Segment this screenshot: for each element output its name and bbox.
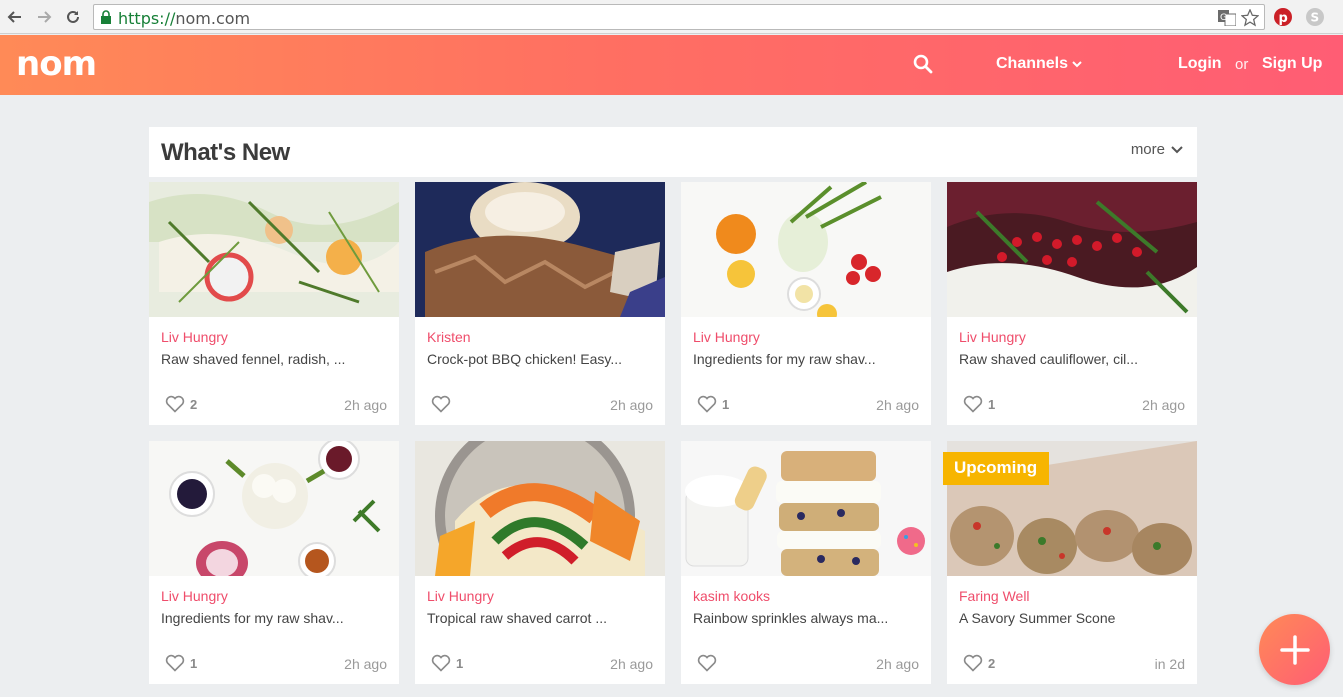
forward-arrow-icon[interactable] bbox=[33, 6, 55, 28]
section-title: What's New bbox=[161, 139, 290, 166]
post-card[interactable]: Liv Hungry Raw shaved fennel, radish, ..… bbox=[149, 182, 399, 425]
browser-toolbar: https://nom.com G p S bbox=[0, 0, 1343, 34]
like-button[interactable] bbox=[697, 654, 722, 672]
address-bar[interactable]: https://nom.com G bbox=[93, 4, 1265, 30]
like-count: 1 bbox=[988, 396, 996, 412]
svg-text:p: p bbox=[1279, 11, 1288, 26]
svg-text:G: G bbox=[1220, 13, 1227, 23]
nom-logo[interactable]: nom bbox=[16, 44, 97, 84]
skype-icon[interactable]: S bbox=[1304, 6, 1326, 28]
heart-icon bbox=[165, 395, 185, 413]
channels-menu[interactable]: Channels bbox=[996, 55, 1082, 73]
svg-text:S: S bbox=[1311, 11, 1320, 25]
like-count: 1 bbox=[190, 655, 198, 671]
heart-icon bbox=[697, 654, 717, 672]
post-author[interactable]: Faring Well bbox=[959, 588, 1030, 604]
back-arrow-icon[interactable] bbox=[4, 6, 26, 28]
upcoming-badge: Upcoming bbox=[943, 452, 1050, 485]
heart-icon bbox=[431, 395, 451, 413]
post-author[interactable]: Liv Hungry bbox=[161, 588, 228, 604]
post-time: 2h ago bbox=[610, 397, 653, 413]
like-button[interactable]: 1 bbox=[963, 395, 995, 413]
post-author[interactable]: Liv Hungry bbox=[161, 329, 228, 345]
signup-link[interactable]: Sign Up bbox=[1262, 55, 1322, 73]
like-count: 1 bbox=[456, 655, 464, 671]
heart-icon bbox=[165, 654, 185, 672]
heart-icon bbox=[963, 654, 983, 672]
search-icon[interactable] bbox=[913, 54, 935, 76]
post-time: 2h ago bbox=[1142, 397, 1185, 413]
post-description: Raw shaved cauliflower, cil... bbox=[959, 351, 1138, 367]
post-time: 2h ago bbox=[344, 656, 387, 672]
like-button[interactable]: 1 bbox=[165, 654, 197, 672]
chevron-down-icon bbox=[1171, 141, 1183, 158]
post-author[interactable]: kasim kooks bbox=[693, 588, 770, 604]
post-description: A Savory Summer Scone bbox=[959, 610, 1116, 626]
post-time: 2h ago bbox=[344, 397, 387, 413]
more-dropdown[interactable]: more bbox=[1131, 141, 1183, 158]
bookmark-star-icon[interactable] bbox=[1240, 9, 1260, 27]
heart-icon bbox=[431, 654, 451, 672]
post-description: Rainbow sprinkles always ma... bbox=[693, 610, 889, 626]
heart-icon bbox=[963, 395, 983, 413]
post-card[interactable]: Liv Hungry Ingredients for my raw shav..… bbox=[681, 182, 931, 425]
post-card[interactable]: Liv Hungry Raw shaved cauliflower, cil..… bbox=[947, 182, 1197, 425]
post-description: Tropical raw shaved carrot ... bbox=[427, 610, 607, 626]
post-card[interactable]: Upcoming Faring Well A Savory Summer Sco… bbox=[943, 441, 1197, 684]
post-card[interactable]: Liv Hungry Tropical raw shaved carrot ..… bbox=[415, 441, 665, 684]
post-author[interactable]: Kristen bbox=[427, 329, 471, 345]
post-image[interactable] bbox=[947, 182, 1197, 317]
post-image[interactable] bbox=[681, 441, 931, 576]
post-author[interactable]: Liv Hungry bbox=[959, 329, 1026, 345]
or-text: or bbox=[1235, 56, 1249, 73]
plus-icon bbox=[1279, 634, 1310, 665]
like-button[interactable] bbox=[431, 395, 456, 413]
chevron-down-icon bbox=[1072, 55, 1082, 73]
post-time: 2h ago bbox=[610, 656, 653, 672]
reload-icon[interactable] bbox=[62, 6, 84, 28]
login-link[interactable]: Login bbox=[1178, 55, 1222, 73]
post-image[interactable] bbox=[415, 441, 665, 576]
like-count: 2 bbox=[988, 655, 996, 671]
add-post-button[interactable] bbox=[1259, 614, 1330, 685]
like-button[interactable]: 2 bbox=[165, 395, 197, 413]
post-description: Crock-pot BBQ chicken! Easy... bbox=[427, 351, 623, 367]
post-image[interactable] bbox=[149, 182, 399, 317]
channels-label: Channels bbox=[996, 55, 1069, 72]
site-header: nom Channels Login or Sign Up bbox=[0, 35, 1343, 95]
post-author[interactable]: Liv Hungry bbox=[427, 588, 494, 604]
url-text: https://nom.com bbox=[118, 9, 251, 28]
like-button[interactable]: 1 bbox=[431, 654, 463, 672]
whats-new-header: What's New more bbox=[149, 127, 1197, 177]
post-image[interactable] bbox=[415, 182, 665, 317]
post-image[interactable] bbox=[681, 182, 931, 317]
post-description: Raw shaved fennel, radish, ... bbox=[161, 351, 346, 367]
more-label: more bbox=[1130, 141, 1165, 158]
post-time: 2h ago bbox=[876, 397, 919, 413]
post-card[interactable]: Kristen Crock-pot BBQ chicken! Easy... 2… bbox=[415, 182, 665, 425]
post-description: Ingredients for my raw shav... bbox=[161, 610, 344, 626]
post-description: Ingredients for my raw shav... bbox=[693, 351, 876, 367]
pinterest-icon[interactable]: p bbox=[1272, 6, 1294, 28]
like-button[interactable]: 1 bbox=[697, 395, 729, 413]
post-card[interactable]: Liv Hungry Ingredients for my raw shav..… bbox=[149, 441, 399, 684]
translate-icon[interactable]: G bbox=[1217, 9, 1237, 27]
heart-icon bbox=[697, 395, 717, 413]
post-author[interactable]: Liv Hungry bbox=[693, 329, 760, 345]
lock-icon bbox=[100, 10, 112, 29]
post-time: 2h ago bbox=[876, 656, 919, 672]
like-count: 2 bbox=[190, 396, 198, 412]
post-time: in 2d bbox=[1154, 656, 1185, 672]
post-card[interactable]: kasim kooks Rainbow sprinkles always ma.… bbox=[681, 441, 931, 684]
like-count: 1 bbox=[722, 396, 730, 412]
post-image[interactable] bbox=[149, 441, 399, 576]
like-button[interactable]: 2 bbox=[963, 654, 995, 672]
